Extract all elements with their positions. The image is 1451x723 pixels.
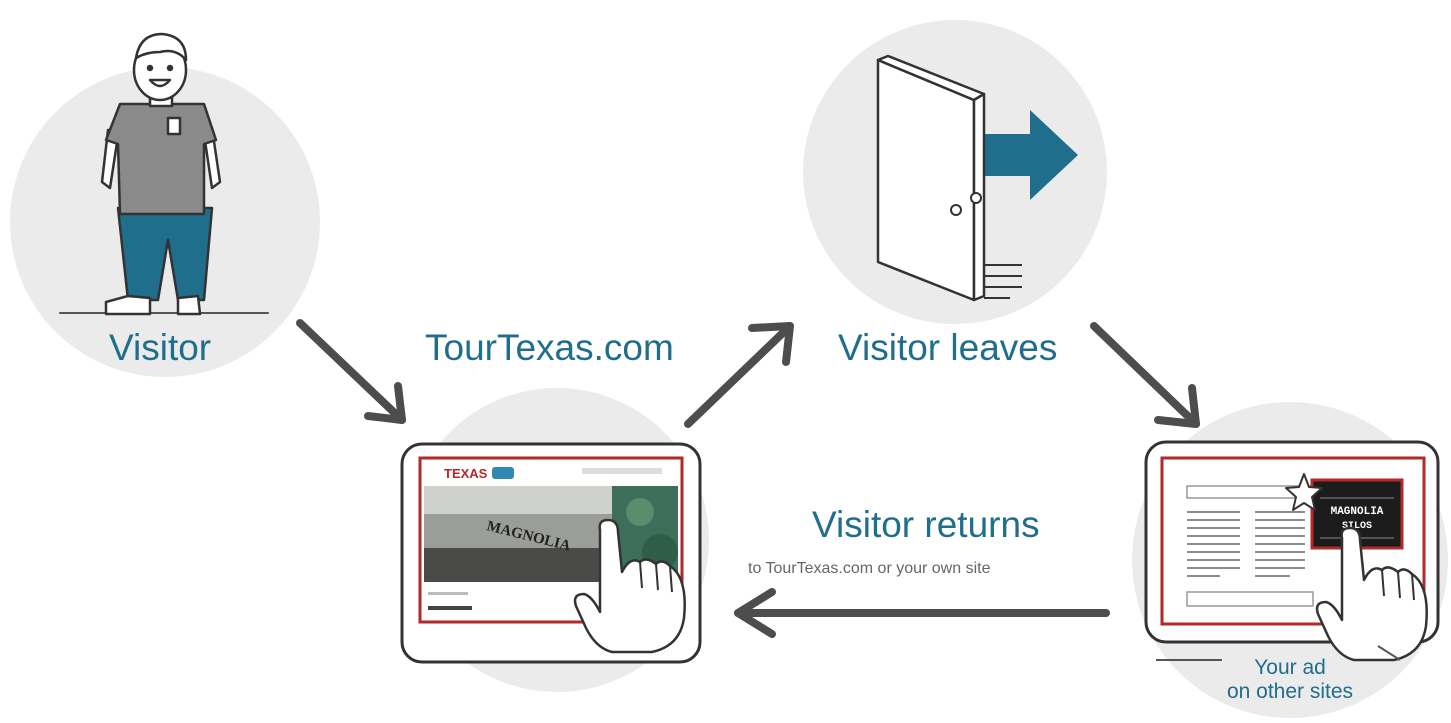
arrow-to-ad-icon — [1090, 322, 1200, 428]
flow-diagram: TEXAS MAGNOLIA MAGNOLIA SILOS — [10, 20, 1448, 718]
arrow-to-leaves-icon — [684, 322, 794, 428]
ad-label-line1: Your ad — [1254, 656, 1326, 679]
arrow-to-site-icon — [296, 319, 406, 424]
ad-label-line2: on other sites — [1226, 680, 1354, 704]
returns-label: Visitor returns — [812, 504, 1040, 545]
visitor-label: Visitor — [109, 327, 212, 368]
site-label: TourTexas.com — [425, 327, 674, 368]
arrow-return-icon — [734, 588, 1110, 638]
site-tablet: TEXAS MAGNOLIA — [400, 442, 702, 664]
ad-label: Your ad on other sites — [1220, 656, 1360, 704]
ad-sign-title: MAGNOLIA — [1331, 506, 1384, 518]
site-logo: TEXAS — [444, 466, 488, 481]
ad-tablet: MAGNOLIA SILOS — [1144, 440, 1440, 662]
leaves-label: Visitor leaves — [838, 327, 1058, 368]
returns-sublabel: to TourTexas.com or your own site — [748, 560, 991, 577]
